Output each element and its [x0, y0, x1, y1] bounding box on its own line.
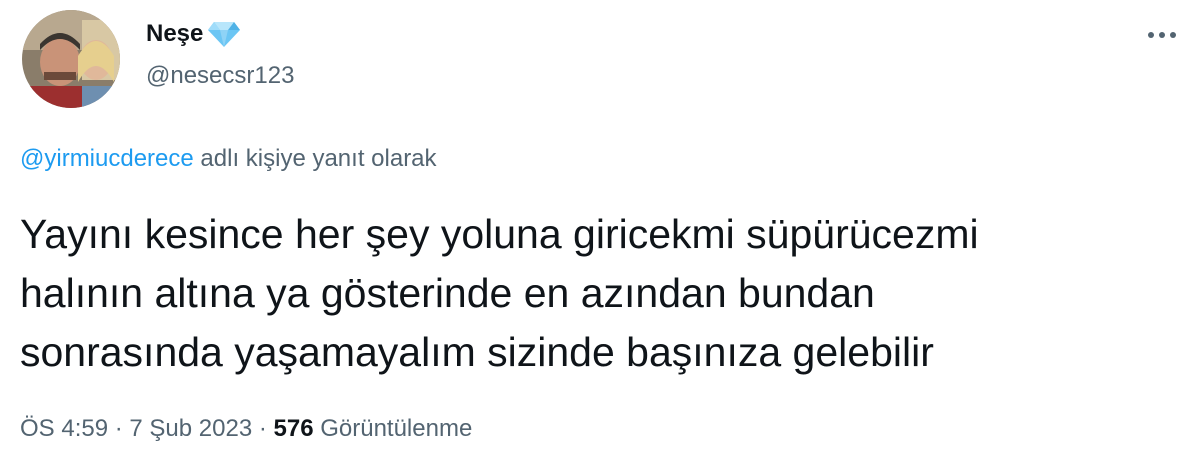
- tweet-meta: ÖS 4:59 · 7 Şub 2023 · 576 Görüntülenme: [20, 415, 472, 443]
- tweet-time[interactable]: ÖS 4:59: [20, 415, 108, 442]
- meta-separator: ·: [108, 415, 130, 442]
- tweet-text-line: halının altına ya gösterinde en azından …: [20, 270, 875, 316]
- reply-context-label: adlı kişiye yanıt olarak: [193, 145, 437, 172]
- tweet-date[interactable]: 7 Şub 2023: [129, 415, 252, 442]
- tweet-text: Yayını kesince her şey yoluna giricekmi …: [20, 205, 1180, 382]
- display-name[interactable]: Neşe: [146, 20, 203, 48]
- views-count: 576: [273, 415, 314, 442]
- views-label: Görüntülenme: [313, 415, 473, 442]
- author-handle[interactable]: @nesecsr123: [146, 62, 294, 90]
- avatar[interactable]: [22, 10, 120, 108]
- tweet-text-line: Yayını kesince her şey yoluna giricekmi …: [20, 211, 979, 257]
- more-options-icon: [1147, 26, 1177, 44]
- meta-separator: ·: [252, 415, 274, 442]
- diamond-icon: [207, 19, 241, 49]
- reply-context: @yirmiucderece adlı kişiye yanıt olarak: [20, 145, 437, 173]
- more-options-button[interactable]: [1142, 20, 1182, 50]
- reply-mention-link[interactable]: @yirmiucderece: [20, 145, 194, 172]
- author-name-row: Neşe: [146, 16, 241, 52]
- tweet-text-line: sonrasında yaşamayalım sizinde başınıza …: [20, 329, 934, 375]
- tweet-card: Neşe @nesecsr123 @yirmiucderece adlı kiş…: [0, 0, 1200, 464]
